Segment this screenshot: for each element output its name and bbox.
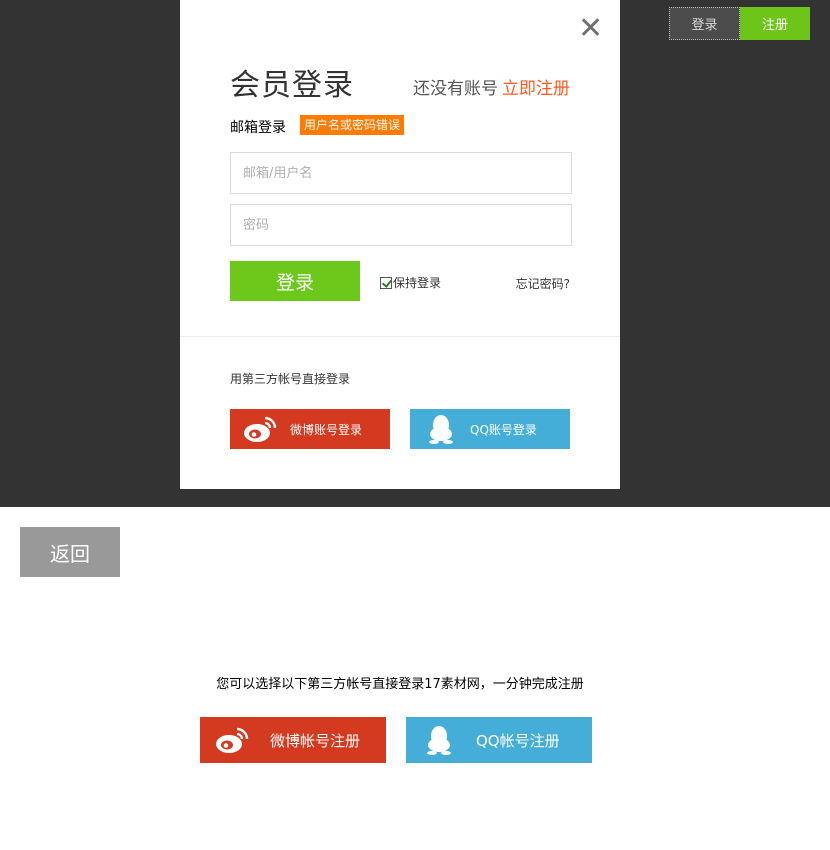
- divider: [180, 336, 620, 337]
- modal-title: 会员登录: [230, 68, 354, 103]
- header-register-button[interactable]: 注册: [740, 7, 810, 40]
- qq-penguin-icon: [426, 409, 456, 449]
- qq-login-button[interactable]: QQ账号登录: [410, 409, 570, 449]
- header-login-button[interactable]: 登录: [669, 7, 740, 40]
- weibo-login-button[interactable]: 微博账号登录: [230, 409, 390, 449]
- remember-checkbox[interactable]: [380, 276, 392, 289]
- top-auth-buttons: 登录 注册: [669, 7, 810, 40]
- error-badge: 用户名或密码错误: [300, 115, 405, 135]
- qq-register-button[interactable]: QQ帐号注册: [406, 717, 592, 763]
- remember-label: 保持登录: [393, 276, 442, 290]
- weibo-icon: [214, 717, 250, 763]
- forgot-password-link[interactable]: 忘记密码?: [516, 275, 570, 292]
- third-party-label: 用第三方帐号直接登录: [230, 372, 351, 386]
- third-party-register-info: 您可以选择以下第三方帐号直接登录17素材网，一分钟完成注册: [216, 677, 584, 692]
- weibo-register-label: 微博帐号注册: [270, 731, 361, 750]
- remember-login[interactable]: 保持登录: [380, 274, 441, 291]
- login-modal: ✕ 会员登录 还没有账号立即注册 邮箱登录 用户名或密码错误 登录 保持登录 忘…: [180, 0, 620, 489]
- weibo-icon: [242, 409, 278, 449]
- weibo-register-button[interactable]: 微博帐号注册: [200, 717, 386, 763]
- weibo-login-label: 微博账号登录: [290, 422, 363, 437]
- register-now-link[interactable]: 立即注册: [502, 79, 570, 99]
- login-button[interactable]: 登录: [230, 261, 360, 301]
- qq-login-label: QQ账号登录: [470, 422, 537, 437]
- qq-register-label: QQ帐号注册: [476, 731, 560, 750]
- username-input[interactable]: [230, 152, 572, 194]
- email-login-label: 邮箱登录: [230, 120, 286, 136]
- no-account-text: 还没有账号: [413, 79, 498, 99]
- close-icon[interactable]: ✕: [578, 14, 603, 44]
- back-button[interactable]: 返回: [20, 527, 120, 577]
- qq-penguin-icon: [424, 717, 454, 763]
- no-account-prompt: 还没有账号 立即注册: [413, 74, 570, 99]
- password-input[interactable]: [230, 204, 572, 246]
